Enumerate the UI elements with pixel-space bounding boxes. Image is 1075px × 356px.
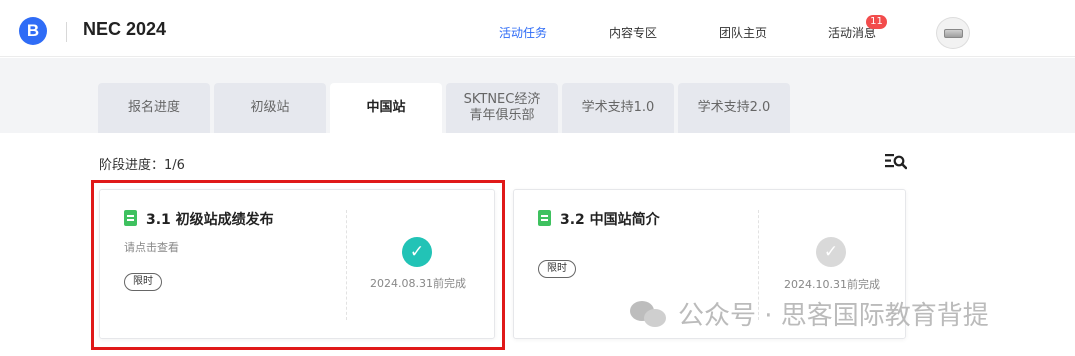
stage-progress: 阶段进度：1/6	[99, 158, 185, 173]
list-search-icon[interactable]	[885, 152, 907, 170]
time-limited-tag: 限时	[538, 260, 576, 278]
tab-label: 中国站	[366, 100, 406, 115]
tab-junior-station[interactable]: 初级站	[214, 83, 326, 133]
tab-label-line1: SKTNEC经济	[463, 92, 541, 107]
message-count-badge: 11	[866, 15, 887, 29]
task-card-title: 3.2 中国站简介	[560, 212, 660, 228]
nav-item-content-zone[interactable]: 内容专区	[609, 24, 657, 41]
user-avatar[interactable]	[936, 17, 970, 49]
avatar-device-icon	[944, 29, 963, 38]
tab-academic-support-2[interactable]: 学术支持2.0	[678, 83, 790, 133]
nav-item-team-home[interactable]: 团队主页	[719, 24, 767, 41]
tab-label: 报名进度	[127, 100, 180, 115]
logo-divider	[66, 22, 67, 42]
tab-academic-support-1[interactable]: 学术支持1.0	[562, 83, 674, 133]
tab-label: 学术支持1.0	[581, 100, 655, 115]
highlight-box	[91, 180, 505, 350]
watermark-text: 公众号 · 思客国际教育背提	[678, 301, 989, 331]
task-due-date: 2024.10.31前完成	[784, 278, 880, 291]
wechat-icon	[630, 299, 670, 329]
nav-item-activity-tasks[interactable]: 活动任务	[499, 24, 547, 41]
tab-label-line2: 青年俱乐部	[469, 108, 535, 123]
watermark: 公众号 · 思客国际教育背提	[630, 295, 989, 332]
tab-label: 学术支持2.0	[697, 100, 771, 115]
tab-label: 初级站	[250, 100, 290, 115]
tab-china-station[interactable]: 中国站	[330, 83, 442, 133]
check-circle-icon: ✓	[816, 237, 846, 267]
app-logo[interactable]: B	[19, 17, 47, 45]
app-title: NEC 2024	[83, 19, 167, 39]
top-navbar: B NEC 2024 活动任务 内容专区 团队主页 活动消息 11	[0, 0, 1075, 57]
document-icon	[538, 210, 551, 226]
tab-registration-progress[interactable]: 报名进度	[98, 83, 210, 133]
tab-sktnec-club[interactable]: SKTNEC经济 青年俱乐部	[446, 83, 558, 133]
